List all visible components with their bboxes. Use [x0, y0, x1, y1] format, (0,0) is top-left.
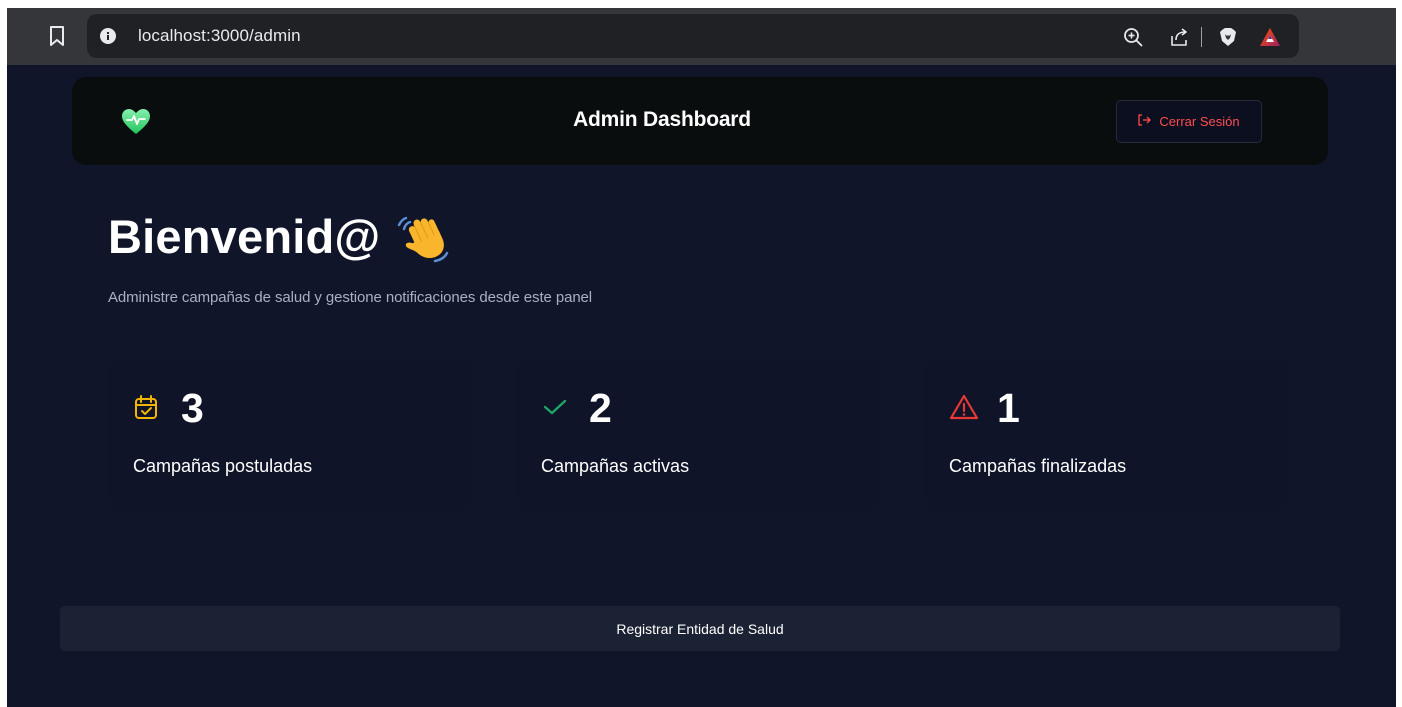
stat-label: Campañas finalizadas [949, 456, 1127, 476]
page-content: Admin Dashboard Cerrar Sesión Bienvenid@ [7, 65, 1396, 707]
toolbar-divider [1201, 27, 1202, 47]
stat-card-postuladas: 3 Campañas postuladas [108, 359, 474, 511]
address-bar[interactable]: localhost:3000/admin [87, 14, 1299, 58]
app-header: Admin Dashboard Cerrar Sesión [72, 77, 1328, 165]
site-info-icon[interactable] [100, 28, 116, 44]
welcome-subtitle: Administre campañas de salud y gestione … [108, 289, 593, 306]
url-text[interactable]: localhost:3000/admin [138, 26, 301, 46]
browser-window: localhost:3000/admin Admin Dashboard Cer… [7, 8, 1396, 707]
brave-rewards-icon[interactable] [1259, 26, 1281, 48]
register-health-entity-button[interactable]: Registrar Entidad de Salud [60, 606, 1340, 651]
check-icon [541, 393, 569, 421]
calendar-check-icon [133, 393, 161, 421]
stat-value: 2 [589, 385, 612, 431]
bookmark-icon[interactable] [45, 24, 69, 48]
stat-value: 3 [181, 385, 204, 431]
logout-button[interactable]: Cerrar Sesión [1116, 100, 1262, 143]
stat-card-activas: 2 Campañas activas [516, 359, 882, 511]
page-title: Admin Dashboard [573, 108, 751, 131]
stat-label: Campañas postuladas [133, 456, 313, 476]
stat-value: 1 [997, 385, 1020, 431]
logout-icon [1138, 114, 1152, 129]
stat-label: Campañas activas [541, 456, 690, 476]
warning-triangle-icon [949, 393, 979, 421]
welcome-heading: Bienvenid@ [108, 210, 381, 263]
brave-shield-icon[interactable] [1217, 26, 1239, 48]
logout-label: Cerrar Sesión [1159, 114, 1240, 129]
stat-card-finalizadas: 1 Campañas finalizadas [924, 359, 1290, 511]
waving-hand-icon [395, 211, 455, 267]
share-icon[interactable] [1168, 26, 1190, 48]
browser-toolbar: localhost:3000/admin [7, 8, 1396, 66]
zoom-icon[interactable] [1122, 26, 1144, 48]
